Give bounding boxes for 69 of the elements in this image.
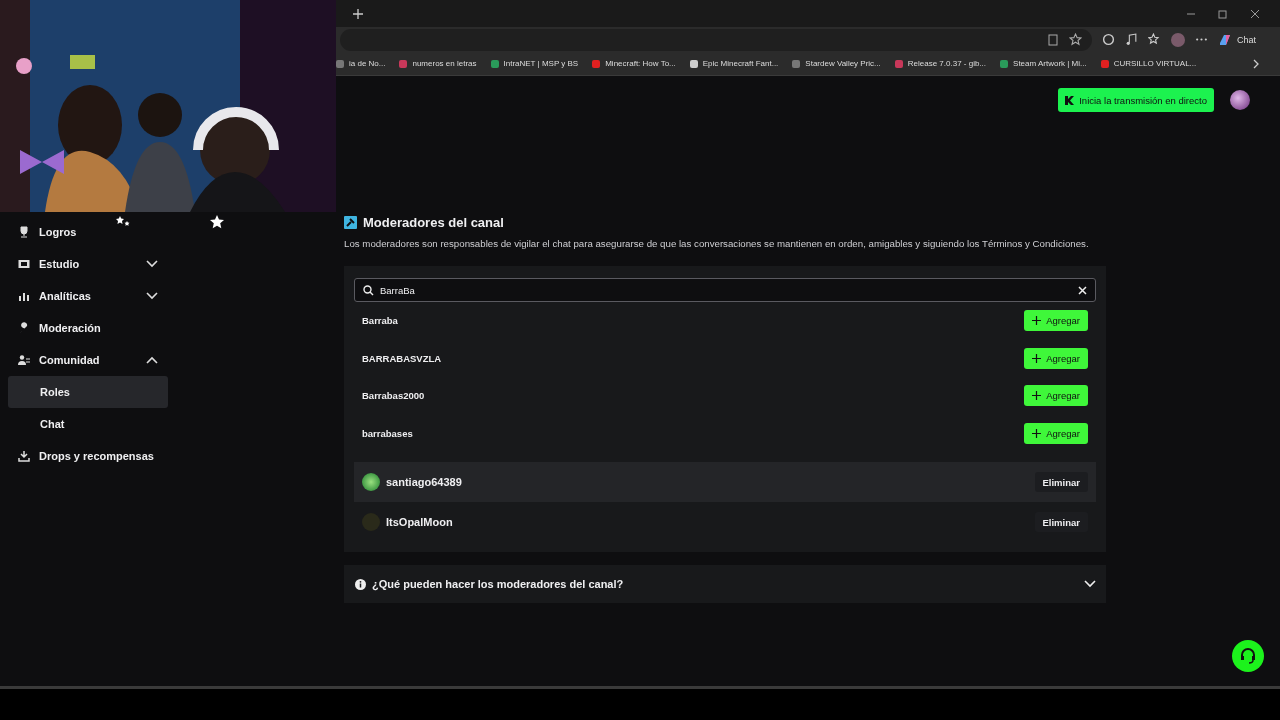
music-icon[interactable]	[1125, 33, 1138, 46]
sidebar-item[interactable]: Moderación	[8, 312, 168, 344]
clear-icon[interactable]	[1078, 285, 1087, 295]
moderator-row[interactable]: santiago64389 Eliminar	[354, 462, 1096, 502]
username: Barraba	[362, 315, 398, 327]
section-title: Moderadores del canal	[363, 215, 504, 230]
copilot-chat-button[interactable]: Chat	[1218, 32, 1272, 47]
logo-icon	[1065, 95, 1075, 105]
hammer-icon	[344, 216, 357, 229]
remove-button[interactable]: Eliminar	[1034, 512, 1088, 532]
close-icon[interactable]	[1250, 8, 1260, 19]
plus-icon	[1032, 316, 1042, 326]
new-tab-icon[interactable]	[352, 7, 364, 20]
support-button[interactable]	[1232, 640, 1264, 672]
film-icon	[18, 258, 30, 270]
sidebar-item[interactable]: Analíticas	[8, 280, 168, 312]
bookmark-link[interactable]: Minecraft: How To...	[592, 59, 676, 68]
plus-icon	[1032, 428, 1042, 438]
moderator-name: santiago64389	[386, 476, 463, 488]
chevron-down-icon	[1084, 580, 1096, 588]
favorite-star-icon[interactable]	[1069, 33, 1082, 46]
star-icon	[210, 215, 224, 229]
sidebar-item[interactable]: Comunidad	[8, 344, 168, 376]
sidebar-item[interactable]: Drops y recompensas	[8, 440, 168, 472]
bookmark-link[interactable]: ia de No...	[336, 59, 386, 68]
sidebar-item[interactable]: Logros	[8, 216, 168, 248]
bookmark-link[interactable]: Release 7.0.37 - gib...	[894, 59, 987, 68]
search-icon	[363, 284, 374, 296]
sidebar-subitem[interactable]: Roles	[8, 376, 168, 408]
reader-icon[interactable]	[1047, 33, 1059, 46]
headset-icon	[1239, 647, 1257, 665]
moderator-name: ItsOpalMoon	[386, 516, 454, 528]
bookmark-link[interactable]: CURSILLO VIRTUAL...	[1100, 59, 1197, 68]
username: barrabases	[362, 427, 413, 439]
add-button[interactable]: Agregar	[1024, 422, 1088, 444]
bookmark-link[interactable]: Epic Minecraft Fant...	[689, 59, 779, 68]
sidebar-item[interactable]: Estudio	[8, 248, 168, 280]
search-input[interactable]: BarraBa	[378, 283, 1074, 297]
stars-icon	[116, 215, 130, 229]
bookmark-link[interactable]: numeros en letras	[399, 59, 477, 68]
people-icon	[18, 354, 30, 366]
faq-accordion[interactable]: ¿Qué pueden hacer los moderadores del canal?	[344, 565, 1106, 603]
plus-icon	[1032, 391, 1042, 401]
add-button[interactable]: Agregar	[1024, 347, 1088, 369]
add-button[interactable]: Agregar	[1024, 310, 1088, 332]
bookmark-link[interactable]: Stardew Valley Pric...	[792, 59, 881, 68]
search-field[interactable]: BarraBa	[354, 278, 1096, 302]
add-button[interactable]: Agregar	[1024, 385, 1088, 407]
username: Barrabas2000	[362, 390, 425, 402]
download-icon	[18, 450, 30, 462]
sidebar-subitem[interactable]: Chat	[8, 408, 168, 440]
user-avatar	[362, 473, 380, 491]
profile-avatar[interactable]	[1171, 32, 1185, 47]
user-avatar[interactable]	[1230, 90, 1250, 110]
remove-button[interactable]: Eliminar	[1034, 472, 1088, 492]
username: BARRABASVZLA	[362, 352, 442, 364]
favorites-icon[interactable]	[1148, 33, 1161, 46]
restore-icon[interactable]	[1218, 8, 1228, 19]
bookmark-link[interactable]: Steam Artwork | Mi...	[1000, 59, 1087, 68]
info-icon	[355, 578, 366, 590]
section-description: Los moderadores son responsables de vigilar el chat para asegurarse de que las conversaciones se mantienen en orden, amigables y siguiendo los Términos y Condiciones.	[344, 238, 1090, 249]
chevron-right-icon[interactable]	[1252, 58, 1260, 69]
bookmark-link[interactable]: IntraNET | MSP y BS	[490, 59, 579, 68]
copilot-icon	[1218, 32, 1232, 47]
moderator-row[interactable]: ItsOpalMoon Eliminar	[354, 502, 1096, 542]
plus-icon	[1032, 353, 1042, 363]
go-live-button[interactable]: Inicia la transmisión en directo	[1058, 88, 1214, 112]
trophy-icon	[18, 226, 30, 238]
chart-icon	[18, 290, 30, 302]
